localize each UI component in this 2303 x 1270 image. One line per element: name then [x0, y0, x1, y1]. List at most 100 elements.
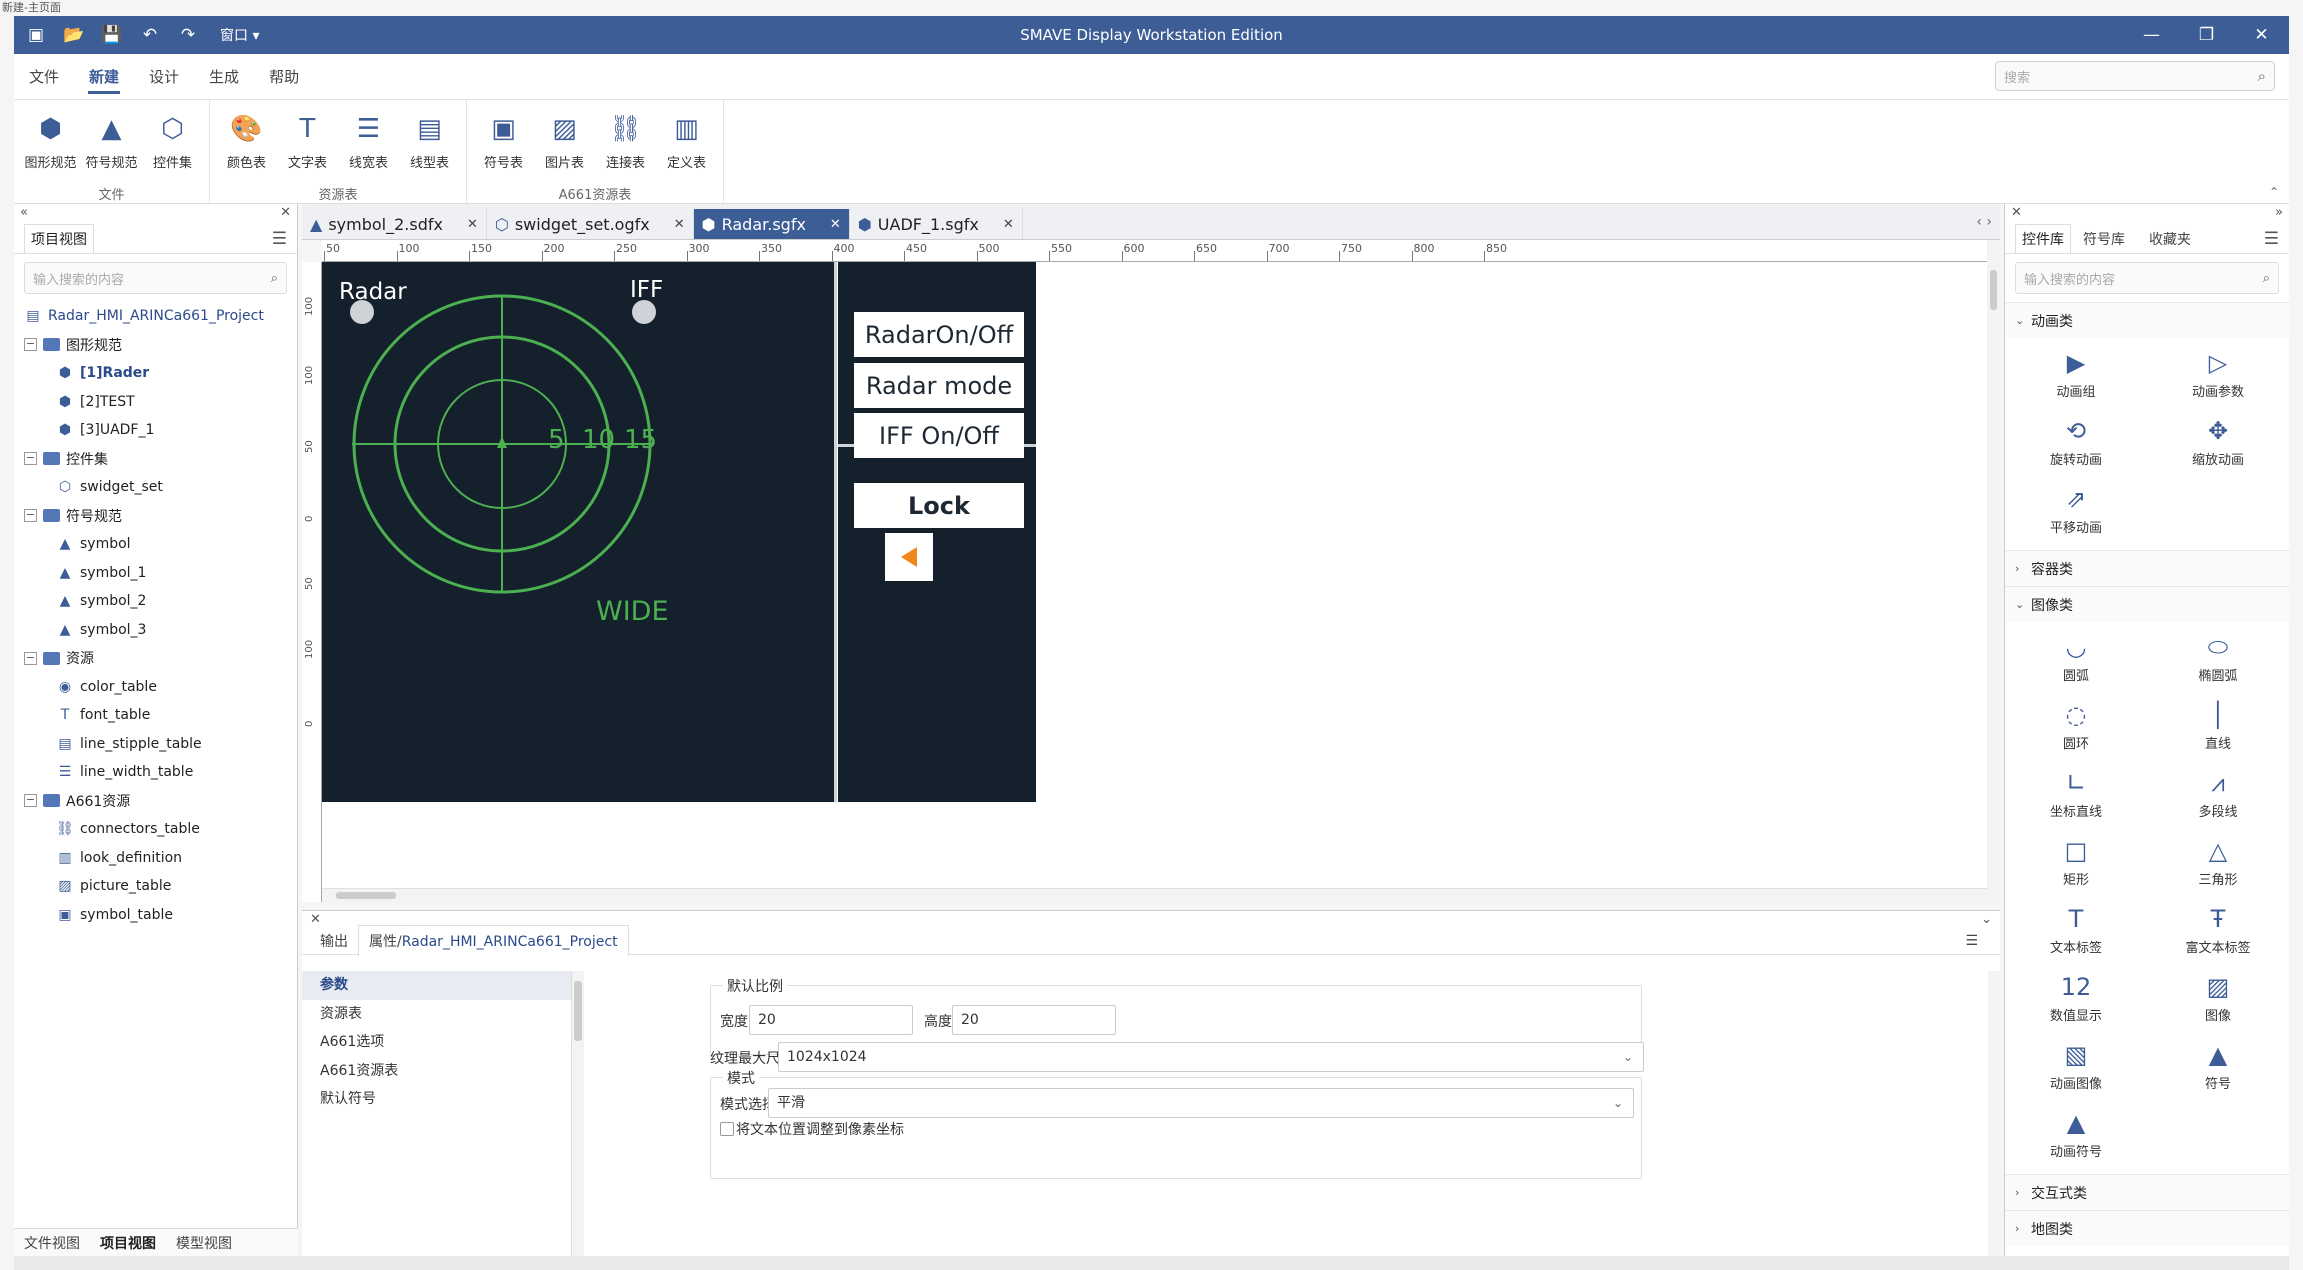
right-tab-2[interactable]: 收藏夹	[2137, 224, 2203, 253]
ribbon-button-0-2[interactable]: ⬡ 控件集	[142, 106, 203, 176]
tree-item[interactable]: Tfont_table	[24, 701, 297, 730]
tree-item[interactable]: − 符号规范	[24, 502, 297, 531]
menu-item-3[interactable]: 生成	[194, 54, 254, 100]
tree-item[interactable]: ⬡ swidget_set	[24, 473, 297, 502]
lock-button[interactable]: Lock	[854, 483, 1024, 528]
menu-item-1[interactable]: 新建	[74, 54, 134, 100]
right-tab-1[interactable]: 符号库	[2071, 224, 2137, 253]
menu-item-2[interactable]: 设计	[134, 54, 194, 100]
ribbon-button-1-1[interactable]: T 文字表	[277, 106, 338, 176]
doc-tab-2[interactable]: ⬢ Radar.sgfx ✕	[693, 209, 850, 239]
tab-output[interactable]: 输出	[310, 926, 358, 956]
tree-item[interactable]: − 图形规范	[24, 331, 297, 360]
search-icon[interactable]: ⌕	[2258, 67, 2266, 85]
pane-menu-icon[interactable]: ☰	[1955, 928, 1988, 954]
close-pane-icon[interactable]: ✕	[280, 205, 291, 220]
texture-size-select[interactable]: 1024x1024 ⌄	[778, 1042, 1644, 1072]
tab-scroll-icon[interactable]: ‹ ›	[1976, 214, 2000, 230]
pixel-align-checkbox[interactable]	[720, 1122, 734, 1136]
widget-search-input[interactable]: 输入搜索的内容 ⌕	[2015, 262, 2279, 294]
tree-search-input[interactable]: 输入搜索的内容 ⌕	[24, 262, 287, 294]
bottom-tab-2[interactable]: 模型视图	[166, 1229, 242, 1257]
tree-item[interactable]: − 资源	[24, 644, 297, 673]
bottom-tab-1[interactable]: 项目视图	[90, 1229, 166, 1257]
widget-item[interactable]: ▲ 符号	[2147, 1032, 2289, 1100]
widget-item[interactable]: ⬭ 椭圆弧	[2147, 624, 2289, 692]
widget-item[interactable]: ◌ 圆环	[2005, 692, 2147, 760]
widget-item[interactable]: △ 三角形	[2147, 828, 2289, 896]
widget-item[interactable]: ⩘ 多段线	[2147, 760, 2289, 828]
widget-item[interactable]: ⟲ 旋转动画	[2005, 408, 2147, 476]
ribbon-button-0-1[interactable]: ▲ 符号规范	[81, 106, 142, 176]
widget-item[interactable]: ⇗ 平移动画	[2005, 476, 2147, 544]
ribbon-button-2-1[interactable]: ▨ 图片表	[534, 106, 595, 176]
tree-item[interactable]: ▲ symbol_1	[24, 559, 297, 588]
properties-nav-item[interactable]: 参数	[302, 971, 571, 1000]
collapse-right-icon[interactable]: »	[2275, 205, 2283, 220]
pane-menu-icon[interactable]: ☰	[272, 229, 287, 249]
tree-item[interactable]: ▨ picture_table	[24, 872, 297, 901]
widget-item[interactable]: ✥ 缩放动画	[2147, 408, 2289, 476]
tree-item[interactable]: ▤ line_stipple_table	[24, 730, 297, 759]
back-arrow-button[interactable]	[885, 533, 933, 581]
app-logo-icon[interactable]: ▣	[26, 25, 46, 45]
tree-item[interactable]: ⬢ [2]TEST	[24, 388, 297, 417]
close-tab-icon[interactable]: ✕	[1003, 217, 1014, 232]
widget-item[interactable]: │ 直线	[2147, 692, 2289, 760]
search-icon[interactable]: ⌕	[2263, 271, 2270, 286]
undo-icon[interactable]: ↶	[140, 25, 160, 45]
close-icon[interactable]: ✕	[2234, 16, 2289, 54]
ribbon-button-2-0[interactable]: ▣ 符号表	[473, 106, 534, 176]
tree-item[interactable]: ⛓ connectors_table	[24, 815, 297, 844]
pane-menu-icon[interactable]: ☰	[2264, 229, 2279, 249]
radar-display[interactable]: Radar IFF 5 10 15 WIDE	[322, 262, 834, 802]
bottom-tab-0[interactable]: 文件视图	[14, 1229, 90, 1257]
widget-item[interactable]: ▨ 图像	[2147, 964, 2289, 1032]
width-input[interactable]: 20	[749, 1005, 913, 1035]
widget-section-header[interactable]: › 交互式类	[2005, 1174, 2289, 1210]
widget-item[interactable]: ▲ 动画符号	[2005, 1100, 2147, 1168]
expand-toggle-icon[interactable]: −	[24, 452, 37, 466]
tree-item[interactable]: ◉ color_table	[24, 673, 297, 702]
restore-icon[interactable]: ❐	[2179, 16, 2234, 54]
iff-onoff-button[interactable]: IFF On/Off	[854, 413, 1024, 458]
properties-nav-item[interactable]: 资源表	[302, 1000, 571, 1029]
window-menu[interactable]: 窗口 ▾	[220, 25, 259, 45]
expand-toggle-icon[interactable]: −	[24, 651, 37, 665]
tree-item[interactable]: ▥ look_definition	[24, 844, 297, 873]
properties-nav-scrollbar[interactable]	[572, 971, 584, 1257]
tree-item[interactable]: ⬢ [3]UADF_1	[24, 416, 297, 445]
widget-section-header[interactable]: ⌄ 图像类	[2005, 586, 2289, 622]
doc-tab-1[interactable]: ⬡ swidget_set.ogfx ✕	[487, 209, 694, 239]
tree-item[interactable]: ▲ symbol_2	[24, 587, 297, 616]
widget-item[interactable]: ▷ 动画参数	[2147, 340, 2289, 408]
search-icon[interactable]: ⌕	[271, 271, 278, 286]
properties-scrollbar[interactable]	[1988, 971, 2000, 1257]
collapse-left-icon[interactable]: «	[20, 205, 28, 220]
widget-item[interactable]: ∟ 坐标直线	[2005, 760, 2147, 828]
design-canvas[interactable]: Radar IFF 5 10 15 WIDE RadarOn/Off Radar…	[322, 262, 1987, 888]
mode-select[interactable]: 平滑 ⌄	[768, 1088, 1634, 1118]
iff-indicator-light[interactable]	[632, 300, 656, 324]
widget-item[interactable]: □ 矩形	[2005, 828, 2147, 896]
tree-item[interactable]: ⬢ [1]Rader	[24, 359, 297, 388]
close-pane-icon[interactable]: ✕	[310, 912, 321, 927]
right-tab-0[interactable]: 控件库	[2015, 224, 2071, 253]
doc-tab-0[interactable]: ▲ symbol_2.sdfx ✕	[302, 209, 487, 239]
close-tab-icon[interactable]: ✕	[467, 217, 478, 232]
tree-item[interactable]: − 控件集	[24, 445, 297, 474]
properties-nav-item[interactable]: 默认符号	[302, 1085, 571, 1114]
canvas-hscrollbar[interactable]	[322, 888, 1987, 902]
ribbon-button-0-0[interactable]: ⬢ 图形规范	[20, 106, 81, 176]
ribbon-button-2-3[interactable]: ▥ 定义表	[656, 106, 717, 176]
widget-section-header[interactable]: › 容器类	[2005, 550, 2289, 586]
tree-item[interactable]: ▤ Radar_HMI_ARINCa661_Project	[24, 302, 297, 331]
expand-toggle-icon[interactable]: −	[24, 794, 37, 808]
tab-project-view[interactable]: 项目视图	[24, 224, 94, 253]
widget-section-header[interactable]: ⌄ 动画类	[2005, 302, 2289, 338]
widget-item[interactable]: ◡ 圆弧	[2005, 624, 2147, 692]
canvas-vscrollbar[interactable]	[1987, 240, 2000, 902]
ribbon-button-1-3[interactable]: ▤ 线型表	[399, 106, 460, 176]
tree-item[interactable]: ▣ symbol_table	[24, 901, 297, 930]
tab-properties[interactable]: 属性/Radar_HMI_ARINCa661_Project	[358, 925, 629, 956]
